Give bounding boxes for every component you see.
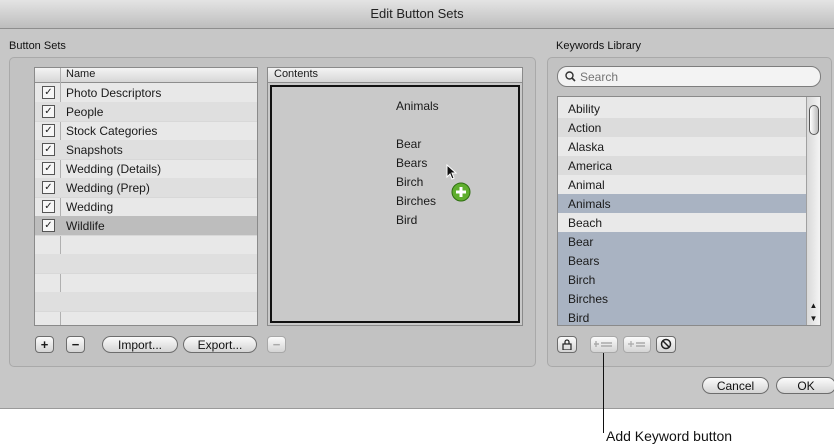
- keyword-label: Bear: [568, 235, 594, 249]
- keyword-row[interactable]: Birch: [558, 270, 806, 290]
- keywords-scrollbar[interactable]: ▲ ▼: [806, 97, 820, 325]
- keyword-row[interactable]: Birches: [558, 289, 806, 309]
- keywords-library-label: Keywords Library: [556, 40, 641, 52]
- button-set-name: Wildlife: [66, 219, 105, 233]
- scroll-down-arrow-icon[interactable]: ▼: [807, 313, 820, 325]
- keywords-list: Ability Action Alaska America Animal Animals B…: [557, 96, 821, 326]
- keyword-label: Beach: [568, 216, 603, 230]
- import-button[interactable]: Import...: [102, 336, 178, 353]
- contents-item[interactable]: Bears: [396, 156, 427, 170]
- lock-icon: [562, 339, 572, 351]
- add-child-keyword-button[interactable]: [623, 336, 651, 353]
- title-bar: Edit Button Sets: [0, 0, 834, 29]
- contents-item[interactable]: Birch: [396, 175, 423, 189]
- contents-item[interactable]: Bear: [396, 137, 421, 151]
- add-set-button[interactable]: +: [35, 336, 54, 353]
- keyword-label: Birch: [568, 273, 596, 287]
- keyword-row[interactable]: Animals: [558, 194, 806, 214]
- keyword-row[interactable]: Alaska: [558, 137, 806, 157]
- keyword-row[interactable]: Bears: [558, 251, 806, 271]
- enable-checkbox[interactable]: ✓: [42, 143, 55, 156]
- keyword-label: Birches: [568, 292, 609, 306]
- button-set-name: Wedding: [66, 200, 114, 214]
- keyword-row[interactable]: Beach: [558, 213, 806, 233]
- contents-table: Contents Animals Bear Bears Birch Birches Bir…: [267, 67, 523, 326]
- ok-button[interactable]: OK: [776, 377, 834, 394]
- table-row[interactable]: ✓ Snapshots: [35, 140, 257, 160]
- callout-line: [603, 353, 604, 433]
- table-row[interactable]: ✓ Wedding: [35, 197, 257, 217]
- table-row[interactable]: ✓ Wedding (Prep): [35, 178, 257, 198]
- enable-checkbox[interactable]: ✓: [42, 105, 55, 118]
- button-set-name: Wedding (Prep): [66, 181, 150, 195]
- table-row[interactable]: ✓ Wedding (Details): [35, 159, 257, 179]
- keyword-label: Animals: [568, 197, 611, 211]
- keyword-row[interactable]: Bear: [558, 232, 806, 252]
- keyword-label: America: [568, 159, 613, 173]
- table-header: Name: [35, 68, 257, 83]
- add-child-keyword-icon: [628, 341, 645, 347]
- button-set-name: Wedding (Details): [66, 162, 162, 176]
- contents-column-header: Contents: [274, 68, 319, 80]
- keyword-label: Alaska: [568, 140, 605, 154]
- button-set-name: People: [66, 105, 104, 119]
- enable-checkbox[interactable]: ✓: [42, 200, 55, 213]
- cursor-arrow-icon: [446, 164, 458, 180]
- scroll-up-arrow-icon[interactable]: ▲: [807, 300, 820, 312]
- enable-checkbox[interactable]: ✓: [42, 219, 55, 232]
- add-cursor-icon: [451, 182, 471, 202]
- keyword-label: Action: [568, 121, 602, 135]
- search-field[interactable]: [557, 66, 821, 87]
- search-input[interactable]: [578, 68, 812, 85]
- contents-drop-area[interactable]: Animals Bear Bears Birch Birches Bird: [270, 85, 520, 323]
- keyword-label: Animal: [568, 178, 605, 192]
- scrollbar-thumb[interactable]: [809, 105, 819, 135]
- table-row[interactable]: ✓ Wildlife: [35, 216, 257, 236]
- search-icon: [565, 71, 576, 82]
- table-row[interactable]: ✓ Photo Descriptors: [35, 83, 257, 103]
- callout-label: Add Keyword button: [606, 428, 733, 444]
- keyword-row[interactable]: America: [558, 156, 806, 176]
- keyword-row[interactable]: Ability: [558, 99, 806, 119]
- button-set-name: Photo Descriptors: [66, 86, 162, 100]
- button-set-name: Snapshots: [66, 143, 123, 157]
- remove-keyword-button[interactable]: [656, 336, 676, 353]
- remove-keyword-from-contents-button[interactable]: −: [267, 336, 286, 353]
- window-title: Edit Button Sets: [370, 6, 464, 21]
- keyword-row[interactable]: Animal: [558, 175, 806, 195]
- table-row: [35, 292, 257, 312]
- enable-checkbox[interactable]: ✓: [42, 124, 55, 137]
- add-keyword-button[interactable]: [590, 336, 618, 353]
- lock-button[interactable]: [557, 336, 577, 353]
- button-sets-table: Name ✓ Photo Descriptors ✓ People ✓ Stock Cat…: [34, 67, 258, 326]
- table-row[interactable]: ✓ Stock Categories: [35, 121, 257, 141]
- enable-checkbox[interactable]: ✓: [42, 86, 55, 99]
- prohibit-icon: [660, 338, 672, 350]
- enable-checkbox[interactable]: ✓: [42, 181, 55, 194]
- name-column-header[interactable]: Name: [66, 68, 95, 80]
- table-row[interactable]: ✓ People: [35, 102, 257, 122]
- add-keyword-icon: [593, 341, 612, 347]
- keyword-row[interactable]: Action: [558, 118, 806, 138]
- remove-set-button[interactable]: −: [66, 336, 85, 353]
- contents-item[interactable]: Animals: [396, 99, 439, 113]
- enable-checkbox[interactable]: ✓: [42, 162, 55, 175]
- table-row: [35, 273, 257, 293]
- export-button[interactable]: Export...: [183, 336, 257, 353]
- keyword-label: Bird: [568, 311, 590, 325]
- cancel-button[interactable]: Cancel: [702, 377, 769, 394]
- contents-header: Contents: [268, 68, 522, 83]
- keyword-label: Bears: [568, 254, 600, 268]
- button-set-name: Stock Categories: [66, 124, 158, 138]
- table-row: [35, 254, 257, 274]
- table-row: [35, 235, 257, 255]
- keyword-label: Ability: [568, 102, 601, 116]
- contents-item[interactable]: Birches: [396, 194, 436, 208]
- keyword-row[interactable]: Bird: [558, 308, 806, 325]
- button-sets-label: Button Sets: [9, 40, 66, 52]
- contents-item[interactable]: Bird: [396, 213, 417, 227]
- edit-button-sets-dialog: Edit Button Sets Button Sets Name ✓ Photo…: [0, 0, 834, 409]
